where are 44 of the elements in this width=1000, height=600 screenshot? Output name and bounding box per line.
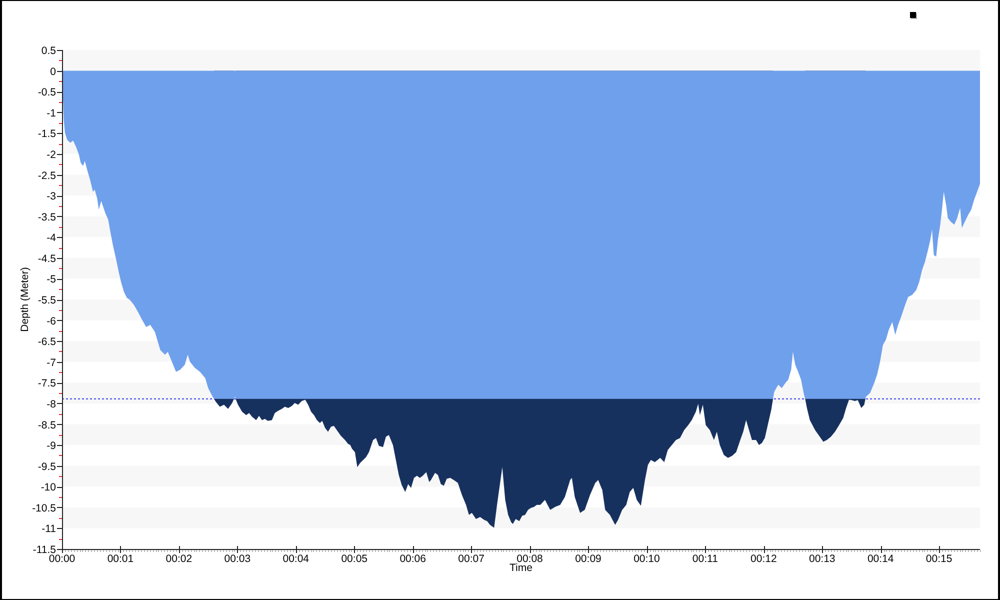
square-marker-icon bbox=[910, 12, 917, 19]
x-tick-label: 00:14 bbox=[867, 553, 894, 565]
y-tick-label: -6 bbox=[46, 315, 56, 328]
y-tick-label: -7 bbox=[46, 356, 56, 369]
y-tick-label: -10 bbox=[40, 482, 56, 494]
x-tick-label: 00:05 bbox=[341, 553, 368, 565]
y-axis-title: Depth (Meter) bbox=[19, 267, 31, 332]
y-tick-label: -1.5 bbox=[38, 128, 56, 140]
y-tick-label: -3 bbox=[46, 190, 56, 203]
y-tick-label: -9.5 bbox=[38, 460, 56, 473]
x-tick-label: 00:09 bbox=[575, 553, 602, 565]
y-tick-label: -4 bbox=[46, 232, 56, 244]
y-tick-label: 0 bbox=[50, 66, 56, 78]
x-tick-label: 00:03 bbox=[224, 553, 251, 565]
y-tick-label: -11 bbox=[42, 523, 56, 536]
y-tick-label: -5.5 bbox=[38, 294, 56, 306]
y-tick-label: -2.5 bbox=[38, 170, 56, 182]
x-tick-label: 00:04 bbox=[282, 553, 310, 565]
y-tick-label: -9 bbox=[46, 440, 56, 452]
x-tick-label: 00:15 bbox=[926, 553, 952, 565]
y-tick-label: -8.5 bbox=[38, 419, 56, 432]
x-tick-label: 00:01 bbox=[107, 553, 134, 565]
y-tick-label: -7.5 bbox=[38, 378, 56, 390]
y-tick-label: -3.5 bbox=[38, 211, 56, 224]
x-tick-label: 00:10 bbox=[634, 553, 660, 565]
y-tick-label: -2 bbox=[46, 148, 56, 161]
x-tick-label: 00:00 bbox=[48, 553, 76, 565]
y-tick-label: -4.5 bbox=[38, 252, 56, 265]
x-axis-title: Time bbox=[510, 562, 532, 574]
y-tick-label: -10.5 bbox=[32, 502, 56, 514]
y-tick-label: 0.5 bbox=[41, 45, 56, 57]
x-tick-label: 00:13 bbox=[809, 553, 836, 565]
y-tick-label: -5 bbox=[46, 274, 56, 286]
x-tick-label: 00:02 bbox=[166, 553, 192, 565]
y-tick-label: -8 bbox=[46, 398, 56, 410]
x-tick-label: 00:06 bbox=[400, 553, 426, 565]
y-tick-label: -1 bbox=[46, 107, 56, 120]
y-tick-label: -6.5 bbox=[38, 336, 56, 348]
x-tick-label: 00:12 bbox=[750, 553, 777, 565]
x-tick-label: 00:08 bbox=[516, 553, 543, 565]
x-tick-label: 00:11 bbox=[692, 553, 718, 565]
y-tick-label: -0.5 bbox=[38, 86, 56, 99]
x-tick-label: 00:07 bbox=[458, 553, 484, 565]
y-tick-label: -11.5 bbox=[32, 544, 56, 556]
